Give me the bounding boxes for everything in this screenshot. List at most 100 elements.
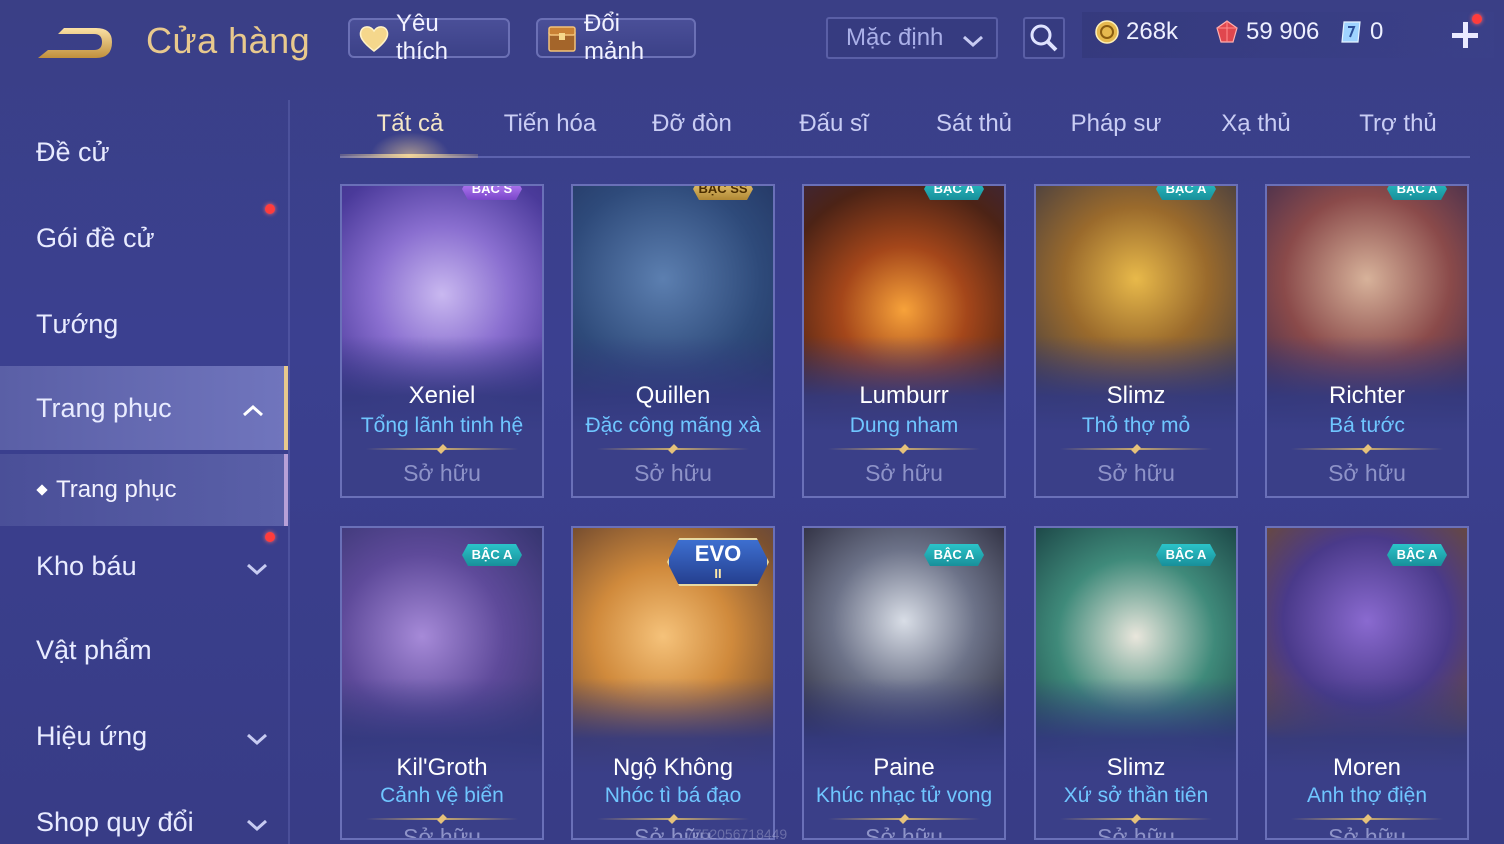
chevron-down-icon [246, 554, 268, 576]
hero-name: Kil'Groth [396, 754, 488, 781]
skin-card[interactable]: BẬC A Moren Anh thợ điện Sở hữu [1265, 526, 1469, 840]
exchange-fragments-button[interactable]: Đổi mảnh [536, 10, 696, 65]
sidebar-item-label: Vật phẩm [36, 634, 152, 665]
add-currency-button[interactable] [1450, 20, 1480, 50]
skin-card[interactable]: BẬC SS Quillen Đặc công mãng xà Sở hữu [571, 184, 775, 498]
notification-dot [1472, 14, 1482, 24]
sidebar-item-label: Đề cử [36, 136, 110, 167]
sidebar-item-effects[interactable]: Hiệu ứng [0, 694, 288, 778]
sidebar-subitem-label: Trang phục [56, 476, 177, 503]
favorite-button[interactable]: Yêu thích [348, 10, 510, 65]
skin-name: Thỏ thợ mỏ [1081, 414, 1191, 437]
skin-name: Đặc công mãng xà [585, 414, 761, 437]
category-tabs: Tất cả Tiến hóa Đỡ đòn Đấu sĩ Sát thủ Ph… [340, 100, 1470, 158]
hero-name: Slimz [1106, 382, 1166, 409]
skin-card[interactable]: BẬC A Paine Khúc nhạc tử vong Sở hữu [802, 526, 1006, 840]
chevron-down-icon [962, 29, 984, 48]
voucher-ticket-icon [1338, 19, 1364, 45]
tab-label: Tiến hóa [503, 110, 597, 137]
skin-card[interactable]: BẬC S Xeniel Tổng lãnh tinh hệ Sở hữu [340, 184, 544, 498]
sidebar-item-treasure[interactable]: Kho báu [0, 524, 288, 608]
hero-name: Xeniel [408, 382, 476, 409]
sidebar: Đề cử Gói đề cử Tướng Trang phục Trang p… [0, 100, 290, 844]
sort-dropdown[interactable]: Mặc định [826, 17, 998, 59]
hero-name: Richter [1328, 382, 1406, 409]
tab-assassin[interactable]: Sát thủ [904, 110, 1044, 138]
owned-status: Sở hữu [865, 460, 943, 486]
tab-tank[interactable]: Đỡ đòn [622, 110, 762, 138]
chevron-down-icon [246, 724, 268, 746]
skin-name: Anh thợ điện [1306, 784, 1428, 807]
tier-badge: BẬC A [1156, 186, 1216, 200]
notification-dot [265, 532, 275, 542]
owned-status: Sở hữu [634, 460, 712, 486]
sidebar-item-skins[interactable]: Trang phục [0, 366, 288, 450]
skin-name: Cảnh vệ biển [380, 784, 504, 807]
tab-label: Trợ thủ [1359, 110, 1437, 137]
voucher-amount: 0 [1370, 18, 1384, 45]
exchange-label: Đổi mảnh [584, 10, 645, 65]
tab-label: Đỡ đòn [652, 110, 732, 137]
ruby-gem-icon [1214, 19, 1240, 45]
hero-name: Ngộ Không [612, 754, 734, 781]
tier-badge: BẬC A [1387, 186, 1447, 200]
owned-status: Sở hữu [403, 460, 481, 486]
tab-marksman[interactable]: Xạ thủ [1186, 110, 1326, 138]
skin-card[interactable]: BẬC A Kil'Groth Cảnh vệ biển Sở hữu [340, 526, 544, 840]
owned-status: Sở hữu [865, 824, 943, 840]
active-tab-underline [340, 154, 478, 158]
owned-status: Sở hữu [403, 824, 481, 840]
sidebar-item-featured[interactable]: Đề cử [0, 110, 288, 194]
gem-amount: 59 906 [1246, 18, 1320, 45]
top-bar: Cửa hàng Yêu thích Đổi mảnh Mặc định 268… [0, 0, 1504, 90]
sidebar-item-label: Shop quy đổi [36, 806, 194, 837]
sort-value: Mặc định [846, 24, 944, 51]
owned-status: Sở hữu [1097, 824, 1175, 840]
tier-badge: BẬC A [1156, 544, 1216, 566]
evo-level: II [714, 566, 722, 581]
watermark-id: 7752056718449 [686, 826, 788, 842]
chevron-up-icon [242, 396, 264, 417]
owned-status: Sở hữu [1328, 824, 1406, 840]
skin-card[interactable]: BẬC A Lumburr Dung nham Sở hữu [802, 184, 1006, 498]
search-icon [1030, 24, 1058, 52]
skin-card[interactable]: BẬC A Slimz Xứ sở thần tiên Sở hữu [1034, 526, 1238, 840]
active-tab-glow [370, 132, 450, 156]
owned-status: Sở hữu [1097, 460, 1175, 486]
gem-currency: 59 906 [1214, 18, 1319, 46]
heart-icon [358, 23, 390, 53]
hero-name: Paine [873, 754, 935, 781]
sidebar-item-heroes[interactable]: Tướng [0, 282, 288, 366]
hero-name: Moren [1332, 754, 1402, 781]
skin-card[interactable]: BẬC A Slimz Thỏ thợ mỏ Sở hữu [1034, 184, 1238, 498]
tab-mage[interactable]: Pháp sư [1046, 110, 1186, 138]
chevron-down-icon [246, 810, 268, 832]
back-arrow-icon[interactable] [34, 20, 116, 66]
evolution-badge: EVO II [667, 538, 769, 586]
page-title: Cửa hàng [146, 20, 311, 61]
skin-card[interactable]: EVO II Ngộ Không Nhóc tì bá đạo Sở hữu [571, 526, 775, 840]
tab-fighter[interactable]: Đấu sĩ [764, 110, 904, 138]
evo-label: EVO [694, 541, 742, 566]
tab-label: Đấu sĩ [799, 110, 869, 137]
tab-evolution[interactable]: Tiến hóa [480, 110, 620, 138]
tab-support[interactable]: Trợ thủ [1328, 110, 1468, 138]
sidebar-subitem-skins[interactable]: Trang phục [0, 454, 288, 526]
sidebar-item-featured-packs[interactable]: Gói đề cử [0, 196, 288, 280]
tab-label: Pháp sư [1070, 110, 1162, 137]
skin-name: Tổng lãnh tinh hệ [360, 414, 524, 437]
tier-badge: BẬC SS [693, 186, 753, 200]
gold-amount: 268k [1126, 18, 1179, 45]
treasure-chest-icon [546, 23, 578, 53]
sidebar-item-label: Gói đề cử [36, 222, 155, 253]
sidebar-item-label: Trang phục [36, 392, 172, 423]
skin-grid: BẬC S Xeniel Tổng lãnh tinh hệ Sở hữu BẬ… [340, 184, 1470, 844]
sidebar-item-label: Tướng [36, 308, 119, 339]
sidebar-item-exchange-shop[interactable]: Shop quy đổi [0, 780, 288, 844]
skin-name: Bá tước [1329, 414, 1405, 437]
diamond-bullet-icon [36, 484, 48, 496]
search-button[interactable] [1023, 17, 1065, 59]
sidebar-item-items[interactable]: Vật phẩm [0, 608, 288, 692]
gold-currency: 268k [1094, 18, 1178, 46]
skin-card[interactable]: BẬC A Richter Bá tước Sở hữu [1265, 184, 1469, 498]
